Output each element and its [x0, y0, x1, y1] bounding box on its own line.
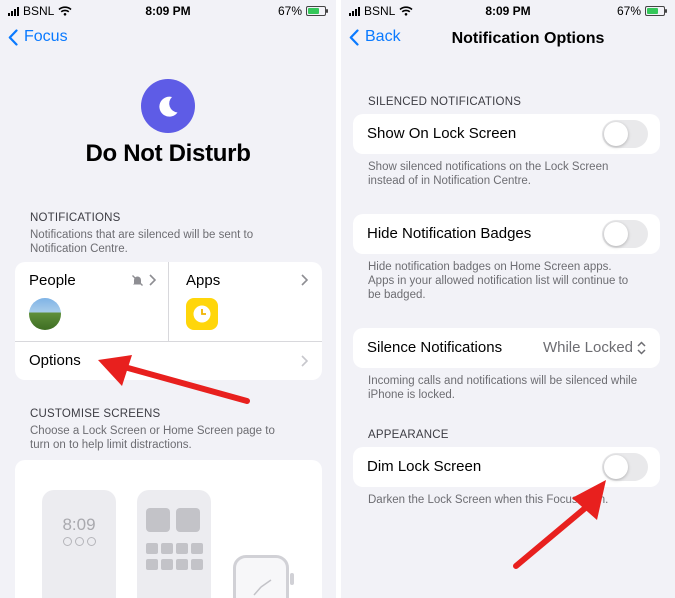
page-title: Do Not Disturb — [85, 140, 251, 167]
customise-screens-card: 8:09 — [15, 460, 322, 598]
hide-notification-badges-description: Hide notification badges on Home Screen … — [368, 261, 629, 301]
avatar — [29, 298, 61, 330]
silence-notifications-row[interactable]: Silence Notifications While Locked — [353, 328, 660, 368]
status-bar: BSNL 8:09 PM 67% — [0, 0, 336, 22]
watch-crown — [290, 573, 294, 585]
silence-notifications-selected: While Locked — [542, 339, 633, 356]
customise-header: CUSTOMISE SCREENS — [30, 408, 161, 420]
hide-notification-badges-toggle[interactable] — [602, 220, 648, 248]
appearance-header: APPEARANCE — [368, 429, 449, 441]
back-label: Focus — [24, 28, 68, 45]
widget-dots — [42, 537, 116, 546]
silenced-notifications-header: SILENCED NOTIFICATIONS — [368, 96, 522, 108]
show-on-lock-screen-description: Show silenced notifications on the Lock … — [368, 161, 609, 187]
chevron-up-down-icon — [637, 340, 646, 355]
apps-label: Apps — [186, 272, 221, 289]
nav-bar: Focus — [0, 26, 336, 52]
nav-title: Notification Options — [451, 30, 605, 47]
moon-icon — [141, 79, 195, 133]
battery-percent: 67% — [277, 4, 302, 18]
hide-notification-badges-label: Hide Notification Badges — [367, 225, 532, 242]
show-on-lock-screen-toggle[interactable] — [602, 120, 648, 148]
home-screen-preview[interactable] — [137, 490, 211, 598]
silence-notifications-description: Incoming calls and notifications will be… — [368, 375, 638, 401]
notifications-header: NOTIFICATIONS — [30, 212, 121, 224]
hide-notification-badges-row: Hide Notification Badges — [353, 214, 660, 254]
clock-app-icon — [186, 298, 218, 330]
bell-slash-icon — [132, 275, 143, 286]
silence-notifications-label: Silence Notifications — [367, 339, 503, 356]
chevron-left-icon — [8, 28, 18, 46]
right-screen: BSNL 8:09 PM 67% Back Notification Optio… — [341, 0, 675, 598]
back-button[interactable]: Focus — [8, 28, 68, 46]
lock-screen-preview[interactable]: 8:09 — [42, 490, 116, 598]
show-on-lock-screen-label: Show On Lock Screen — [367, 125, 517, 142]
lock-screen-time: 8:09 — [62, 515, 96, 534]
options-label: Options — [29, 352, 81, 369]
nav-bar: Back Notification Options — [341, 26, 675, 52]
chevron-right-icon — [149, 274, 156, 286]
annotation-arrow — [98, 355, 250, 404]
silence-notifications-value: While Locked — [543, 339, 646, 356]
left-screen: BSNL 8:09 PM 67% Focus Do Not Disturb NO… — [0, 0, 336, 598]
status-bar: BSNL 8:09 PM 67% — [341, 0, 675, 22]
customise-description: Choose a Lock Screen or Home Screen page… — [30, 425, 275, 451]
watch-face-preview[interactable] — [233, 555, 289, 598]
people-tile[interactable]: People — [15, 262, 168, 341]
annotation-arrow — [513, 480, 606, 569]
people-label: People — [29, 272, 76, 289]
battery-percent: 67% — [616, 4, 641, 18]
battery-icon — [306, 6, 328, 16]
dim-lock-screen-label: Dim Lock Screen — [367, 458, 482, 475]
chevron-right-icon — [301, 355, 308, 367]
notifications-description: Notifications that are silenced will be … — [30, 229, 254, 255]
chevron-left-icon — [349, 28, 359, 46]
show-on-lock-screen-row: Show On Lock Screen — [353, 114, 660, 154]
battery-icon — [645, 6, 667, 16]
chevron-right-icon — [301, 274, 308, 286]
